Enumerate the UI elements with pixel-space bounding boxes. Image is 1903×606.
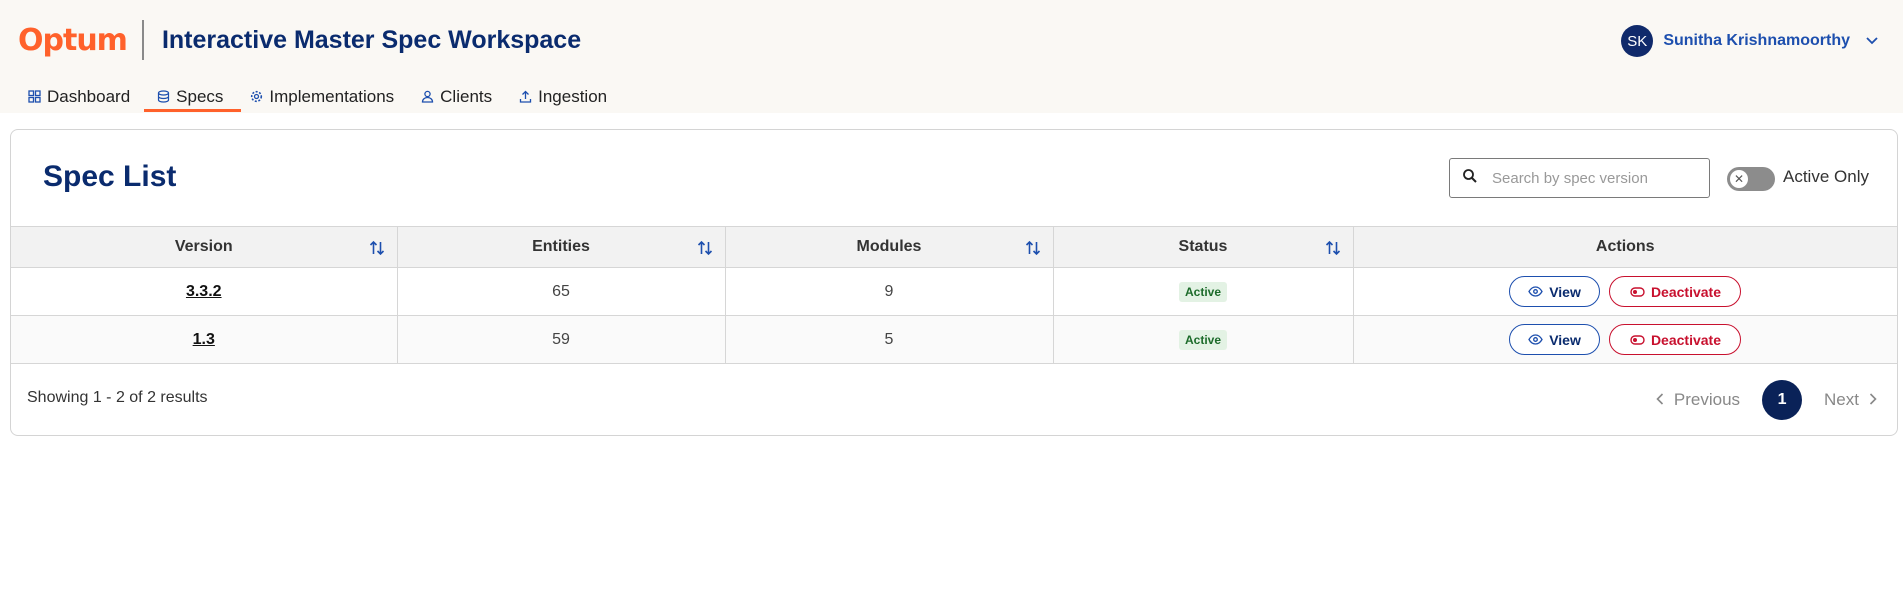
column-header-modules[interactable]: Modules	[725, 226, 1054, 268]
upload-icon	[519, 90, 532, 103]
main-nav: Dashboard Specs Implementations Clients …	[18, 80, 625, 113]
gear-icon	[250, 90, 263, 103]
tab-implementations[interactable]: Implementations	[241, 80, 412, 113]
toggle-off-icon	[1630, 332, 1645, 348]
status-cell: Active	[1053, 267, 1354, 316]
sort-icon[interactable]	[1025, 239, 1041, 257]
search-box[interactable]	[1449, 158, 1710, 198]
version-cell: 3.3.2	[11, 267, 398, 316]
status-cell: Active	[1053, 315, 1354, 364]
tab-ingestion-label: Ingestion	[538, 86, 608, 106]
view-button[interactable]: View	[1509, 276, 1601, 307]
header-divider	[141, 20, 144, 60]
modules-cell: 5	[725, 315, 1054, 364]
tab-dashboard[interactable]: Dashboard	[18, 80, 148, 113]
previous-button[interactable]: Previous	[1656, 390, 1740, 410]
user-menu[interactable]: SK Sunitha Krishnamoorthy	[1621, 25, 1878, 57]
view-button[interactable]: View	[1509, 324, 1601, 355]
table-row: 3.3.2 65 9 Active View Deactivate	[11, 267, 1897, 316]
entities-cell: 65	[397, 267, 726, 316]
version-link[interactable]: 1.3	[193, 331, 215, 348]
chevron-right-icon	[1869, 390, 1877, 410]
page-title: Spec List	[43, 160, 177, 193]
app-title: Interactive Master Spec Workspace	[161, 25, 582, 54]
grid-icon	[28, 90, 41, 103]
chevron-down-icon	[1866, 34, 1878, 48]
version-link[interactable]: 3.3.2	[186, 283, 222, 300]
status-badge: Active	[1178, 281, 1228, 302]
modules-cell: 9	[725, 267, 1054, 316]
avatar: SK	[1621, 25, 1654, 57]
search-input[interactable]	[1492, 169, 1692, 187]
eye-icon	[1528, 332, 1543, 348]
sort-icon[interactable]	[697, 239, 713, 257]
column-header-status[interactable]: Status	[1053, 226, 1354, 268]
page-number-button[interactable]: 1	[1762, 380, 1803, 420]
tab-implementations-label: Implementations	[269, 86, 395, 106]
actions-cell: View Deactivate	[1353, 267, 1897, 316]
column-header-version[interactable]: Version	[11, 226, 398, 268]
app-header: Optum Interactive Master Spec Workspace …	[0, 0, 1903, 113]
chevron-left-icon	[1656, 390, 1664, 410]
table-row: 1.3 59 5 Active View Deactivate	[11, 315, 1897, 364]
optum-logo[interactable]: Optum	[18, 23, 128, 58]
database-icon	[157, 90, 170, 103]
active-only-label: Active Only	[1783, 167, 1869, 186]
column-header-entities[interactable]: Entities	[397, 226, 726, 268]
pagination: Previous 1 Next	[1656, 380, 1877, 420]
sort-icon[interactable]	[369, 239, 385, 257]
next-button[interactable]: Next	[1824, 390, 1877, 410]
deactivate-button[interactable]: Deactivate	[1609, 324, 1742, 355]
deactivate-button[interactable]: Deactivate	[1609, 276, 1742, 307]
results-count: Showing 1 - 2 of 2 results	[27, 389, 208, 406]
active-tab-indicator	[144, 109, 241, 112]
user-icon	[421, 90, 434, 103]
spec-table: Version Entities Modules Status Actions	[11, 226, 1897, 364]
sort-icon[interactable]	[1325, 239, 1341, 257]
tab-clients[interactable]: Clients	[412, 80, 510, 113]
user-name: Sunitha Krishnamoorthy	[1663, 32, 1850, 49]
eye-icon	[1528, 284, 1543, 300]
close-icon: ✕	[1730, 170, 1748, 188]
column-header-actions: Actions	[1353, 226, 1897, 268]
version-cell: 1.3	[11, 315, 398, 364]
status-badge: Active	[1178, 329, 1228, 350]
spec-list-card: Spec List ✕ Active Only Version Entities…	[10, 129, 1898, 436]
actions-cell: View Deactivate	[1353, 315, 1897, 364]
tab-ingestion[interactable]: Ingestion	[510, 80, 625, 113]
toggle-off-icon	[1630, 284, 1645, 300]
active-only-toggle[interactable]: ✕	[1727, 167, 1775, 191]
tab-clients-label: Clients	[440, 86, 493, 106]
tab-specs-label: Specs	[176, 86, 224, 106]
search-icon	[1462, 168, 1478, 189]
entities-cell: 59	[397, 315, 726, 364]
tab-dashboard-label: Dashboard	[47, 86, 131, 106]
